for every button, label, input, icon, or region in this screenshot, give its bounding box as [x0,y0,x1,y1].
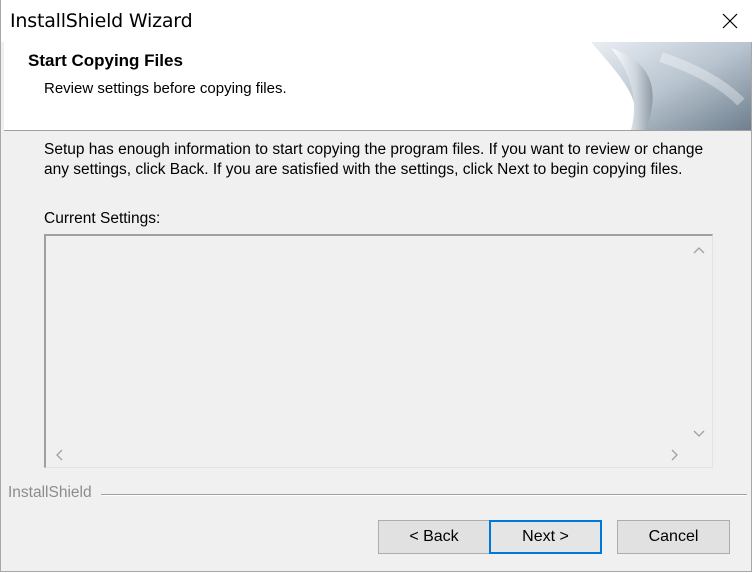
scroll-down-icon[interactable] [692,427,706,441]
current-settings-label: Current Settings: [44,210,161,227]
header-title: Start Copying Files [28,51,183,70]
instructions-text: Setup has enough information to start co… [44,141,704,178]
scroll-up-icon[interactable] [692,243,706,257]
title-bar[interactable]: InstallShield Wizard [1,0,753,42]
scroll-left-icon[interactable] [52,448,66,462]
installshield-brand-label: InstallShield [8,484,92,501]
current-settings-textarea[interactable] [44,234,713,468]
header-subtitle: Review settings before copying files. [44,80,287,97]
scroll-right-icon[interactable] [668,448,682,462]
vertical-scrollbar[interactable] [687,236,712,445]
page-curl-graphic [591,42,751,130]
brand-divider: InstallShield [1,484,753,504]
installshield-wizard-window: InstallShield Wizard Start Copying Files… [0,0,753,572]
cancel-button[interactable]: Cancel [617,520,730,554]
horizontal-scrollbar[interactable] [46,444,688,467]
scrollbar-corner [687,444,712,467]
wizard-header: Start Copying Files Review settings befo… [4,42,751,131]
window-title: InstallShield Wizard [10,10,193,32]
back-button[interactable]: < Back [378,520,490,554]
next-button[interactable]: Next > [489,520,602,554]
close-icon [722,13,738,29]
divider-line [101,494,747,496]
close-button[interactable] [707,0,753,42]
